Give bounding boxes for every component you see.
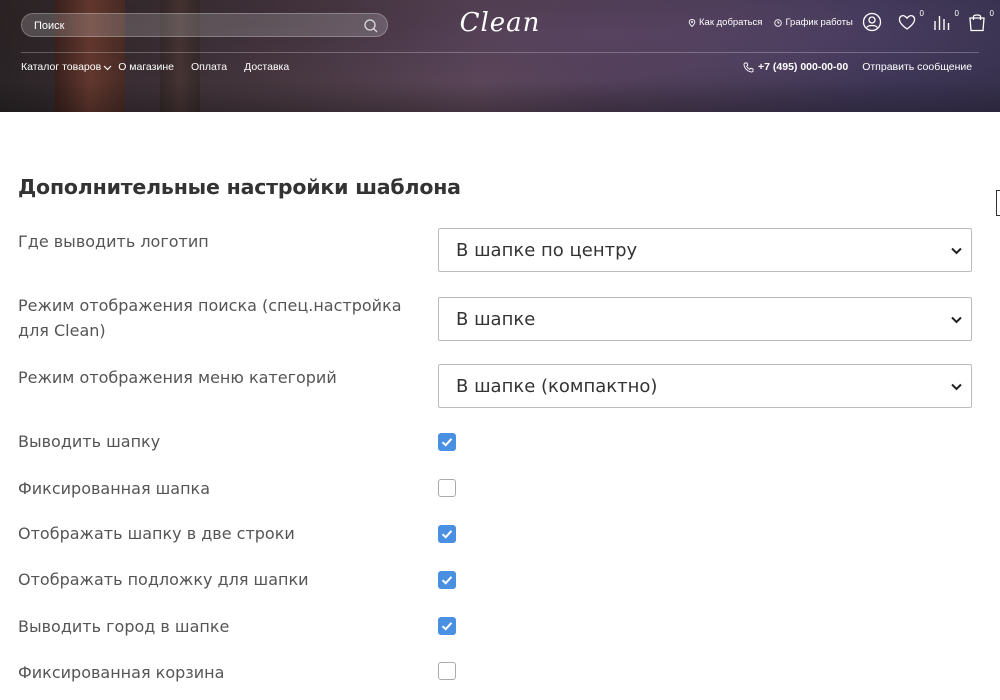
logo-position-value: В шапке по центру [456,240,638,261]
wishlist-count: 0 [919,9,924,18]
phone-link[interactable]: +7 (495) 000-00-00 [743,61,848,73]
menu-item-about[interactable]: О магазине [118,61,174,73]
menu-item-catalog[interactable]: Каталог товаров [21,61,112,73]
fixed-header-checkbox[interactable] [438,479,456,497]
shopping-bag-icon [969,14,985,32]
menu-item-delivery[interactable]: Доставка [244,61,289,73]
fixed-cart-label: Фиксированная корзина [18,663,225,682]
fixed-header-label: Фиксированная шапка [18,479,211,498]
two-row-header-label: Отображать шапку в две строки [18,524,295,543]
logo-position-select[interactable]: В шапке по центру [438,228,972,272]
clock-icon [774,18,783,27]
heart-icon [898,15,916,30]
header-shade [0,80,1000,112]
show-header-checkbox[interactable] [438,433,456,451]
header-divider [21,52,979,53]
text-cursor-icon [996,190,1000,216]
header-city-checkbox[interactable] [438,617,456,635]
show-header-label: Выводить шапку [18,432,161,451]
directions-link[interactable]: Как добраться [688,17,762,28]
cart-button[interactable]: 0 [967,9,994,34]
category-menu-mode-value: В шапке (компактно) [456,376,658,397]
chevron-down-icon [103,65,112,70]
menu-about-label: О магазине [118,61,174,73]
chevron-down-icon [951,383,962,391]
wishlist-button[interactable]: 0 [897,9,924,34]
logo-position-label: Где выводить логотип [18,232,209,251]
compare-bars-icon [934,16,950,30]
search-bar[interactable] [21,13,388,37]
search-mode-label: Режим отображения поиска (спец.настройка… [18,296,402,340]
schedule-label: График работы [785,17,853,28]
location-pin-icon [688,18,696,27]
main-menu: Каталог товаров О магазине Оплата Достав… [21,61,306,73]
fixed-cart-checkbox[interactable] [438,662,456,680]
user-icon [862,12,882,32]
directions-label: Как добраться [699,17,763,28]
phone-number: +7 (495) 000-00-00 [758,61,849,73]
search-mode-select[interactable]: В шапке [438,297,972,341]
cart-count: 0 [989,9,994,18]
menu-item-payment[interactable]: Оплата [191,61,227,73]
checkmark-icon [441,438,453,447]
top-links: Как добраться График работы [688,17,853,28]
header-city-label: Выводить город в шапке [18,617,230,636]
schedule-link[interactable]: График работы [774,17,853,28]
search-icon[interactable] [363,18,379,34]
search-input[interactable] [32,17,356,35]
checkmark-icon [441,530,453,539]
menu-payment-label: Оплата [190,61,228,73]
menu-delivery-label: Доставка [244,61,290,73]
two-row-header-checkbox[interactable] [438,525,456,543]
settings-title: Дополнительные настройки шаблона [18,175,461,199]
logo-text[interactable]: Clean [460,8,541,38]
header-backdrop-label: Отображать подложку для шапки [18,570,309,589]
checkmark-icon [441,576,453,585]
contact-menu: +7 (495) 000-00-00 Отправить сообщение [743,61,972,73]
header-banner: Clean Как добраться График работы 0 0 0 [0,0,1000,112]
send-message-link[interactable]: Отправить сообщение [862,61,972,73]
checkmark-icon [441,622,453,631]
header-icons: 0 0 0 [862,9,994,34]
chevron-down-icon [951,316,962,324]
phone-icon [743,62,754,72]
category-menu-mode-select[interactable]: В шапке (компактно) [438,364,972,408]
search-mode-value: В шапке [456,309,536,330]
category-menu-mode-label: Режим отображения меню категорий [18,368,337,387]
chevron-down-icon [951,247,962,255]
menu-catalog-label: Каталог товаров [21,61,102,73]
header-backdrop-checkbox[interactable] [438,571,456,589]
account-button[interactable] [862,12,884,34]
compare-button[interactable]: 0 [932,9,959,34]
compare-count: 0 [954,9,959,18]
